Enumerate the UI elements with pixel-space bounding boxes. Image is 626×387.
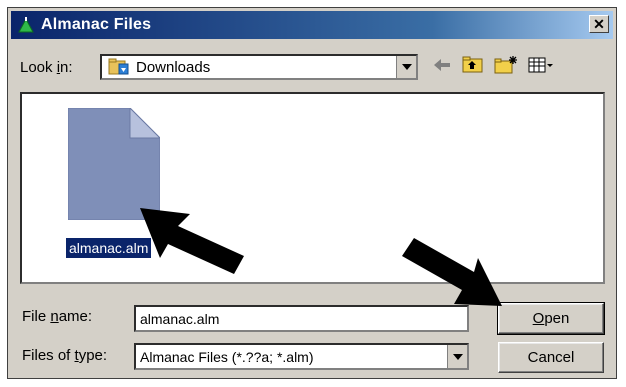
file-type-dropdown-button[interactable] (447, 345, 467, 368)
close-button[interactable]: ✕ (589, 15, 609, 33)
back-arrow-icon[interactable] (432, 57, 452, 77)
dialog-toolbar (432, 54, 554, 80)
up-folder-icon[interactable] (462, 56, 484, 78)
file-name-label-text: File name: (22, 308, 93, 325)
look-in-row: Look in: Downloads (20, 52, 604, 82)
view-menu-icon[interactable] (528, 56, 554, 78)
close-icon: ✕ (593, 16, 605, 32)
almanac-app-icon (17, 16, 35, 34)
open-file-dialog: Almanac Files ✕ Look in: Downloads alman… (7, 7, 617, 379)
annotation-arrow-to-file (140, 208, 244, 274)
window-title: Almanac Files (41, 16, 152, 33)
look-in-dropdown[interactable]: Downloads (100, 54, 418, 80)
open-button[interactable]: Open (497, 302, 605, 335)
new-folder-icon[interactable] (494, 55, 518, 79)
look-in-dropdown-button[interactable] (396, 56, 416, 78)
cancel-button[interactable]: Cancel (498, 342, 604, 373)
file-type-label: Files of type: (22, 347, 108, 364)
downloads-folder-icon (108, 58, 130, 76)
annotation-arrow-to-open-button (402, 238, 502, 306)
file-list-pane[interactable]: almanac.alm (20, 92, 605, 284)
chevron-down-icon (401, 64, 412, 70)
look-in-label: Look in: (20, 58, 73, 76)
title-bar[interactable]: Almanac Files ✕ (11, 11, 613, 39)
chevron-down-icon (452, 353, 463, 360)
file-type-dropdown[interactable]: Almanac Files (*.??a; *.alm) (134, 343, 469, 370)
file-type-value: Almanac Files (*.??a; *.alm) (140, 348, 314, 365)
look-in-value: Downloads (136, 58, 211, 76)
